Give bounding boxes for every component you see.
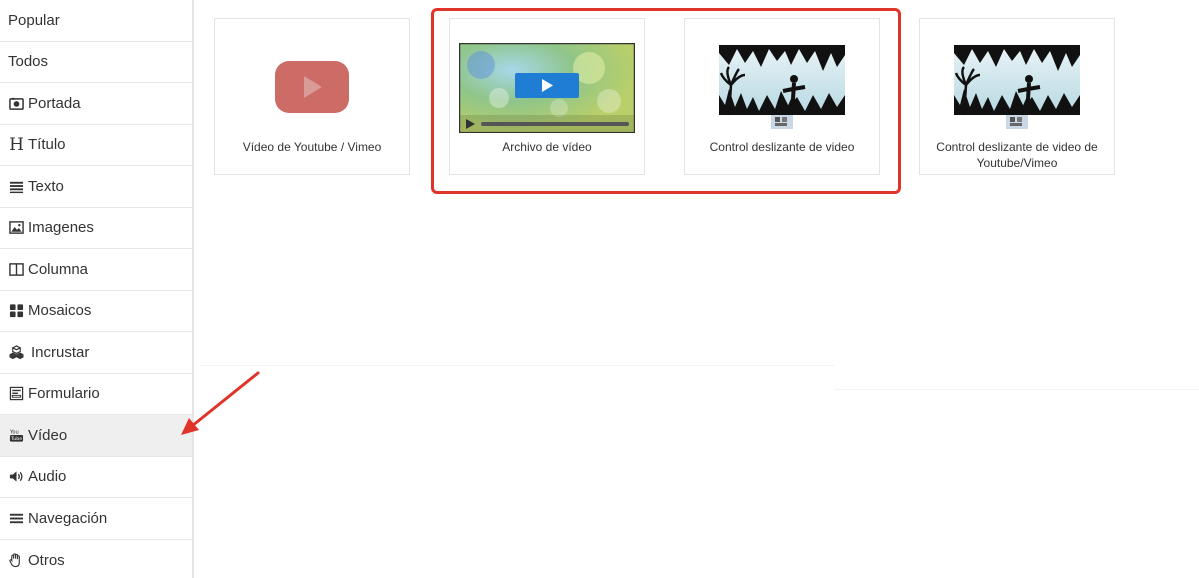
cubes-icon bbox=[8, 344, 25, 361]
sidebar-item-mosaicos[interactable]: Mosaicos bbox=[0, 291, 192, 332]
sidebar-item-texto[interactable]: Texto bbox=[0, 166, 192, 208]
sidebar-item-label: Imagenes bbox=[28, 219, 94, 237]
sidebar: Popular Todos Portada H Título Texto Ima… bbox=[0, 0, 194, 578]
sidebar-item-todos[interactable]: Todos bbox=[0, 42, 192, 83]
divider bbox=[200, 365, 834, 366]
sidebar-item-portada[interactable]: Portada bbox=[0, 83, 192, 125]
image-icon bbox=[8, 219, 25, 236]
form-icon bbox=[8, 385, 25, 402]
sidebar-item-otros[interactable]: Otros bbox=[0, 540, 192, 578]
sidebar-item-imagenes[interactable]: Imagenes bbox=[0, 208, 192, 249]
sidebar-item-label: Navegación bbox=[28, 509, 108, 527]
sidebar-item-label: Audio bbox=[28, 468, 67, 486]
widget-card-video-slider[interactable]: Control deslizante de video bbox=[684, 18, 880, 175]
sidebar-item-audio[interactable]: Audio bbox=[0, 457, 192, 498]
text-lines-icon bbox=[8, 178, 25, 195]
widget-card-youtube-video-slider[interactable]: Control deslizante de video de Youtube/V… bbox=[919, 18, 1115, 175]
sidebar-item-label: Incrustar bbox=[31, 343, 90, 361]
grid-icon bbox=[8, 302, 25, 319]
widget-card-label: Vídeo de Youtube / Vimeo bbox=[242, 140, 382, 154]
video-slider-thumbnail bbox=[685, 45, 879, 147]
divider bbox=[834, 389, 1199, 390]
widget-card-label: Control deslizante de video de Youtube/V… bbox=[936, 140, 1098, 170]
hand-icon bbox=[8, 552, 25, 569]
sidebar-item-navegacion[interactable]: Navegación bbox=[0, 498, 192, 540]
volume-icon bbox=[8, 468, 25, 485]
sidebar-item-label: Texto bbox=[28, 177, 64, 195]
heading-icon: H bbox=[9, 134, 24, 155]
sidebar-item-incrustar[interactable]: Incrustar bbox=[0, 332, 192, 374]
widget-card-video-file[interactable]: Archivo de vídeo bbox=[449, 18, 645, 175]
sidebar-item-label: Título bbox=[28, 136, 66, 154]
camera-icon bbox=[8, 95, 25, 112]
widget-card-youtube-vimeo[interactable]: Vídeo de Youtube / Vimeo bbox=[214, 18, 410, 175]
sidebar-item-label: Otros bbox=[28, 551, 65, 569]
sidebar-item-columna[interactable]: Columna bbox=[0, 249, 192, 291]
sidebar-item-label: Columna bbox=[28, 260, 89, 278]
youtube-video-slider-thumbnail bbox=[920, 45, 1114, 147]
youtube-icon: You Tube bbox=[8, 427, 25, 444]
sidebar-item-popular[interactable]: Popular bbox=[0, 0, 192, 42]
sidebar-item-label: Popular bbox=[8, 11, 60, 29]
sidebar-item-label: Mosaicos bbox=[28, 302, 92, 320]
sidebar-item-label: Todos bbox=[8, 53, 49, 71]
svg-text:You: You bbox=[9, 429, 19, 435]
video-player-thumbnail bbox=[450, 43, 644, 145]
columns-icon bbox=[8, 261, 25, 278]
sidebar-item-video[interactable]: You Tube Vídeo bbox=[0, 415, 192, 457]
widget-card-label: Archivo de vídeo bbox=[502, 140, 592, 154]
widget-card-label: Control deslizante de video bbox=[709, 140, 855, 154]
menu-icon bbox=[8, 510, 25, 527]
sidebar-item-label: Formulario bbox=[28, 385, 100, 403]
sidebar-item-titulo[interactable]: H Título bbox=[0, 125, 192, 166]
svg-text:Tube: Tube bbox=[10, 436, 22, 442]
sidebar-item-label: Portada bbox=[28, 94, 81, 112]
sidebar-item-label: Vídeo bbox=[28, 426, 68, 444]
sidebar-item-formulario[interactable]: Formulario bbox=[0, 374, 192, 415]
